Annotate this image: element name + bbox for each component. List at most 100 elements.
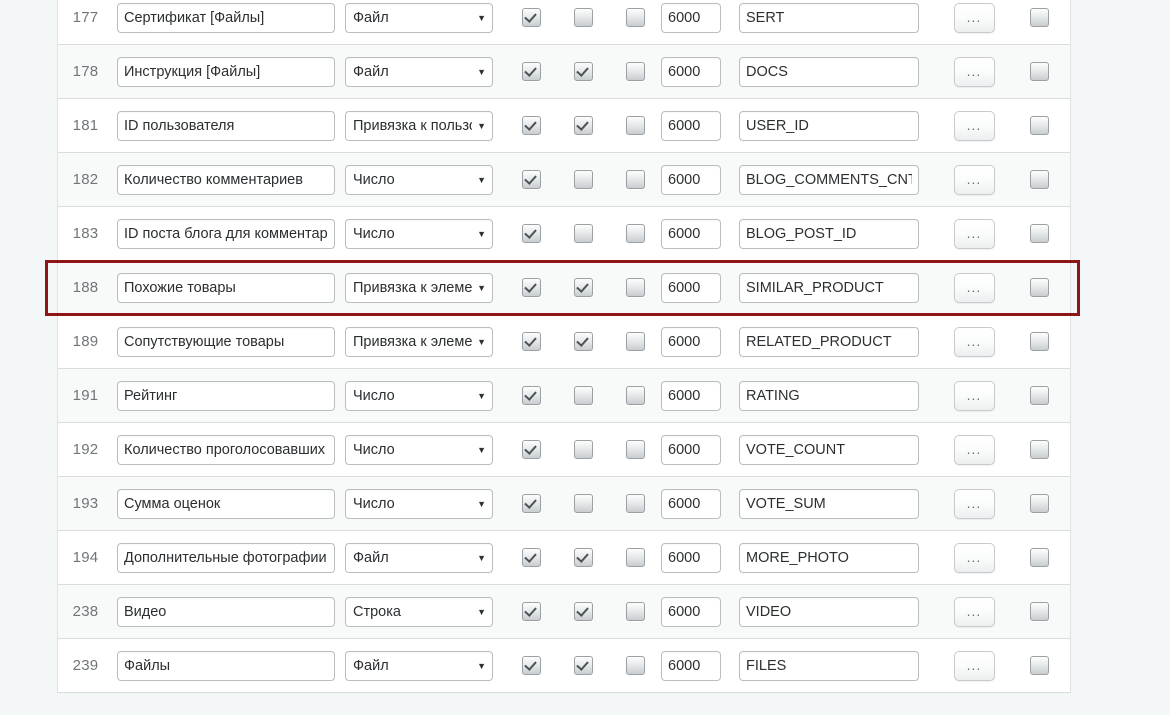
field-code-input[interactable] [739,650,919,681]
field-name-input[interactable] [117,650,335,681]
checkbox-required[interactable] [625,602,645,621]
more-settings-button[interactable]: ... [953,110,995,141]
field-name-input[interactable] [117,488,335,519]
checkbox-delete[interactable] [1030,602,1049,621]
field-name-input[interactable] [117,596,335,627]
field-name-input[interactable] [117,434,335,465]
field-code-input[interactable] [739,272,919,303]
checkbox-active[interactable] [521,332,541,351]
checkbox-required[interactable] [625,548,645,567]
checkbox-delete[interactable] [1030,332,1049,351]
field-code-input[interactable] [739,596,919,627]
field-type-select[interactable]: Привязка к элементам ▼ [345,272,493,303]
field-name-input[interactable] [117,110,335,141]
field-type-select[interactable]: Число ▼ [345,164,493,195]
checkbox-multiple[interactable] [573,278,593,297]
checkbox-active[interactable] [521,440,541,459]
field-code-input[interactable] [739,110,919,141]
field-code-input[interactable] [739,326,919,357]
field-type-select[interactable]: Число ▼ [345,218,493,249]
checkbox-active[interactable] [521,656,541,675]
checkbox-multiple[interactable] [573,548,593,567]
checkbox-required[interactable] [625,224,645,243]
more-settings-button[interactable]: ... [953,596,995,627]
checkbox-required[interactable] [625,494,645,513]
checkbox-multiple[interactable] [573,170,593,189]
checkbox-multiple[interactable] [573,332,593,351]
field-type-select[interactable]: Число ▼ [345,434,493,465]
checkbox-active[interactable] [521,224,541,243]
checkbox-active[interactable] [521,278,541,297]
sort-order-input[interactable] [661,488,721,519]
checkbox-delete[interactable] [1030,548,1049,567]
field-code-input[interactable] [739,542,919,573]
checkbox-required[interactable] [625,656,645,675]
field-type-select[interactable]: Файл ▼ [345,56,493,87]
checkbox-active[interactable] [521,62,541,81]
checkbox-active[interactable] [521,8,541,27]
sort-order-input[interactable] [661,272,721,303]
field-code-input[interactable] [739,2,919,33]
field-code-input[interactable] [739,380,919,411]
checkbox-required[interactable] [625,278,645,297]
more-settings-button[interactable]: ... [953,380,995,411]
field-type-select[interactable]: Файл ▼ [345,650,493,681]
checkbox-active[interactable] [521,116,541,135]
checkbox-multiple[interactable] [573,494,593,513]
field-type-select[interactable]: Число ▼ [345,488,493,519]
more-settings-button[interactable]: ... [953,272,995,303]
field-code-input[interactable] [739,218,919,249]
more-settings-button[interactable]: ... [953,164,995,195]
more-settings-button[interactable]: ... [953,218,995,249]
field-type-select[interactable]: Файл ▼ [345,2,493,33]
checkbox-delete[interactable] [1030,116,1049,135]
sort-order-input[interactable] [661,2,721,33]
field-name-input[interactable] [117,164,335,195]
sort-order-input[interactable] [661,434,721,465]
checkbox-active[interactable] [521,602,541,621]
more-settings-button[interactable]: ... [953,434,995,465]
checkbox-multiple[interactable] [573,8,593,27]
checkbox-multiple[interactable] [573,224,593,243]
more-settings-button[interactable]: ... [953,650,995,681]
checkbox-multiple[interactable] [573,440,593,459]
sort-order-input[interactable] [661,380,721,411]
field-type-select[interactable]: Привязка к элементам ▼ [345,326,493,357]
checkbox-delete[interactable] [1030,656,1049,675]
checkbox-active[interactable] [521,494,541,513]
checkbox-active[interactable] [521,548,541,567]
field-name-input[interactable] [117,2,335,33]
checkbox-delete[interactable] [1030,170,1049,189]
more-settings-button[interactable]: ... [953,542,995,573]
checkbox-delete[interactable] [1030,440,1049,459]
field-name-input[interactable] [117,272,335,303]
field-name-input[interactable] [117,380,335,411]
checkbox-multiple[interactable] [573,602,593,621]
sort-order-input[interactable] [661,218,721,249]
checkbox-required[interactable] [625,170,645,189]
checkbox-required[interactable] [625,116,645,135]
checkbox-required[interactable] [625,440,645,459]
more-settings-button[interactable]: ... [953,488,995,519]
more-settings-button[interactable]: ... [953,326,995,357]
checkbox-delete[interactable] [1030,224,1049,243]
more-settings-button[interactable]: ... [953,2,995,33]
sort-order-input[interactable] [661,110,721,141]
field-code-input[interactable] [739,488,919,519]
sort-order-input[interactable] [661,56,721,87]
checkbox-multiple[interactable] [573,116,593,135]
field-type-select[interactable]: Строка ▼ [345,596,493,627]
checkbox-delete[interactable] [1030,8,1049,27]
field-type-select[interactable]: Файл ▼ [345,542,493,573]
checkbox-delete[interactable] [1030,278,1049,297]
field-name-input[interactable] [117,326,335,357]
more-settings-button[interactable]: ... [953,56,995,87]
field-name-input[interactable] [117,542,335,573]
sort-order-input[interactable] [661,650,721,681]
checkbox-active[interactable] [521,386,541,405]
field-name-input[interactable] [117,218,335,249]
field-name-input[interactable] [117,56,335,87]
checkbox-required[interactable] [625,332,645,351]
checkbox-required[interactable] [625,62,645,81]
field-code-input[interactable] [739,164,919,195]
